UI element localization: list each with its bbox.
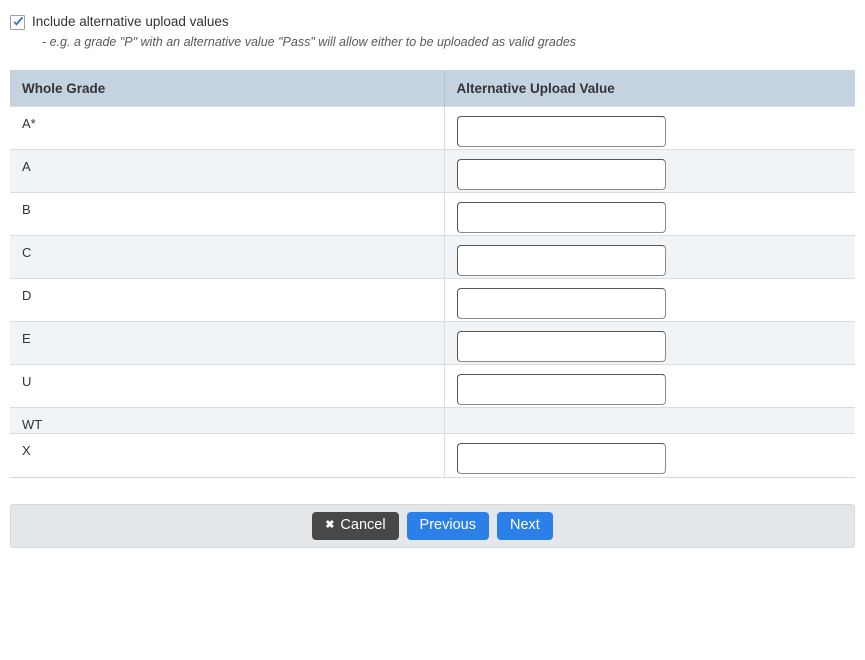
alternative-upload-value-input[interactable] — [456, 331, 666, 362]
intro-note: - e.g. a grade "P" with an alternative v… — [42, 35, 577, 49]
grade-cell: B — [10, 192, 445, 236]
grades-table: Whole Grade Alternative Upload Value A* A… — [10, 70, 855, 477]
alternative-value-cell — [444, 407, 855, 434]
grade-cell: X — [10, 433, 445, 477]
grades-table-head: Whole Grade Alternative Upload Value — [10, 70, 855, 107]
alternative-upload-value-input[interactable] — [456, 116, 666, 147]
grade-cell: A — [10, 149, 445, 193]
table-row: D — [10, 278, 855, 322]
include-alternative-upload-values-checkbox[interactable] — [10, 14, 25, 30]
previous-button-label: Previous — [419, 517, 476, 534]
alternative-value-cell — [444, 149, 855, 193]
checkmark-icon — [13, 16, 24, 26]
table-header-row: Whole Grade Alternative Upload Value — [10, 70, 855, 107]
table-row: WT — [10, 407, 855, 434]
alternative-value-cell — [444, 364, 855, 408]
wizard-footer-bar: ✖ Cancel Previous Next — [10, 503, 855, 548]
cancel-button[interactable]: ✖ Cancel — [312, 511, 399, 540]
include-alternative-upload-values-label: Include alternative upload values — [32, 14, 229, 29]
alternative-value-cell — [444, 106, 855, 150]
grade-cell: E — [10, 321, 445, 365]
alternative-value-cell — [444, 321, 855, 365]
cancel-button-label: Cancel — [340, 517, 386, 534]
table-row: X — [10, 433, 855, 477]
grade-cell: C — [10, 235, 445, 279]
alternative-value-cell — [444, 235, 855, 279]
alternative-value-cell — [444, 433, 855, 477]
grade-cell: A* — [10, 106, 445, 150]
alternative-upload-value-input[interactable] — [456, 245, 666, 276]
table-row: C — [10, 235, 855, 279]
grades-table-body: A* A B C D E U WT X — [10, 106, 855, 477]
alternative-value-cell — [444, 278, 855, 322]
table-row: A — [10, 149, 855, 193]
next-button-label: Next — [509, 517, 540, 534]
alternative-upload-value-input[interactable] — [456, 374, 666, 405]
column-header-alternative-upload-value: Alternative Upload Value — [444, 70, 855, 107]
grade-cell: D — [10, 278, 445, 322]
table-row: B — [10, 192, 855, 236]
grades-table-container: Whole Grade Alternative Upload Value A* A… — [10, 70, 855, 478]
grade-cell: U — [10, 364, 445, 408]
table-row: U — [10, 364, 855, 408]
grade-cell: WT — [10, 407, 445, 434]
table-row: A* — [10, 106, 855, 150]
alternative-upload-value-input[interactable] — [456, 288, 666, 319]
previous-button[interactable]: Previous — [406, 511, 489, 540]
next-button[interactable]: Next — [496, 511, 553, 540]
include-alternative-upload-values-row[interactable]: Include alternative upload values — [10, 14, 865, 30]
intro-block: Include alternative upload values - e.g.… — [0, 0, 865, 50]
close-x-icon: ✖ — [325, 519, 335, 531]
table-row: E — [10, 321, 855, 365]
column-header-whole-grade: Whole Grade — [10, 70, 445, 107]
alternative-upload-value-input[interactable] — [456, 202, 666, 233]
alternative-upload-value-input[interactable] — [456, 159, 666, 190]
alternative-value-cell — [444, 192, 855, 236]
alternative-upload-value-input[interactable] — [456, 443, 666, 474]
